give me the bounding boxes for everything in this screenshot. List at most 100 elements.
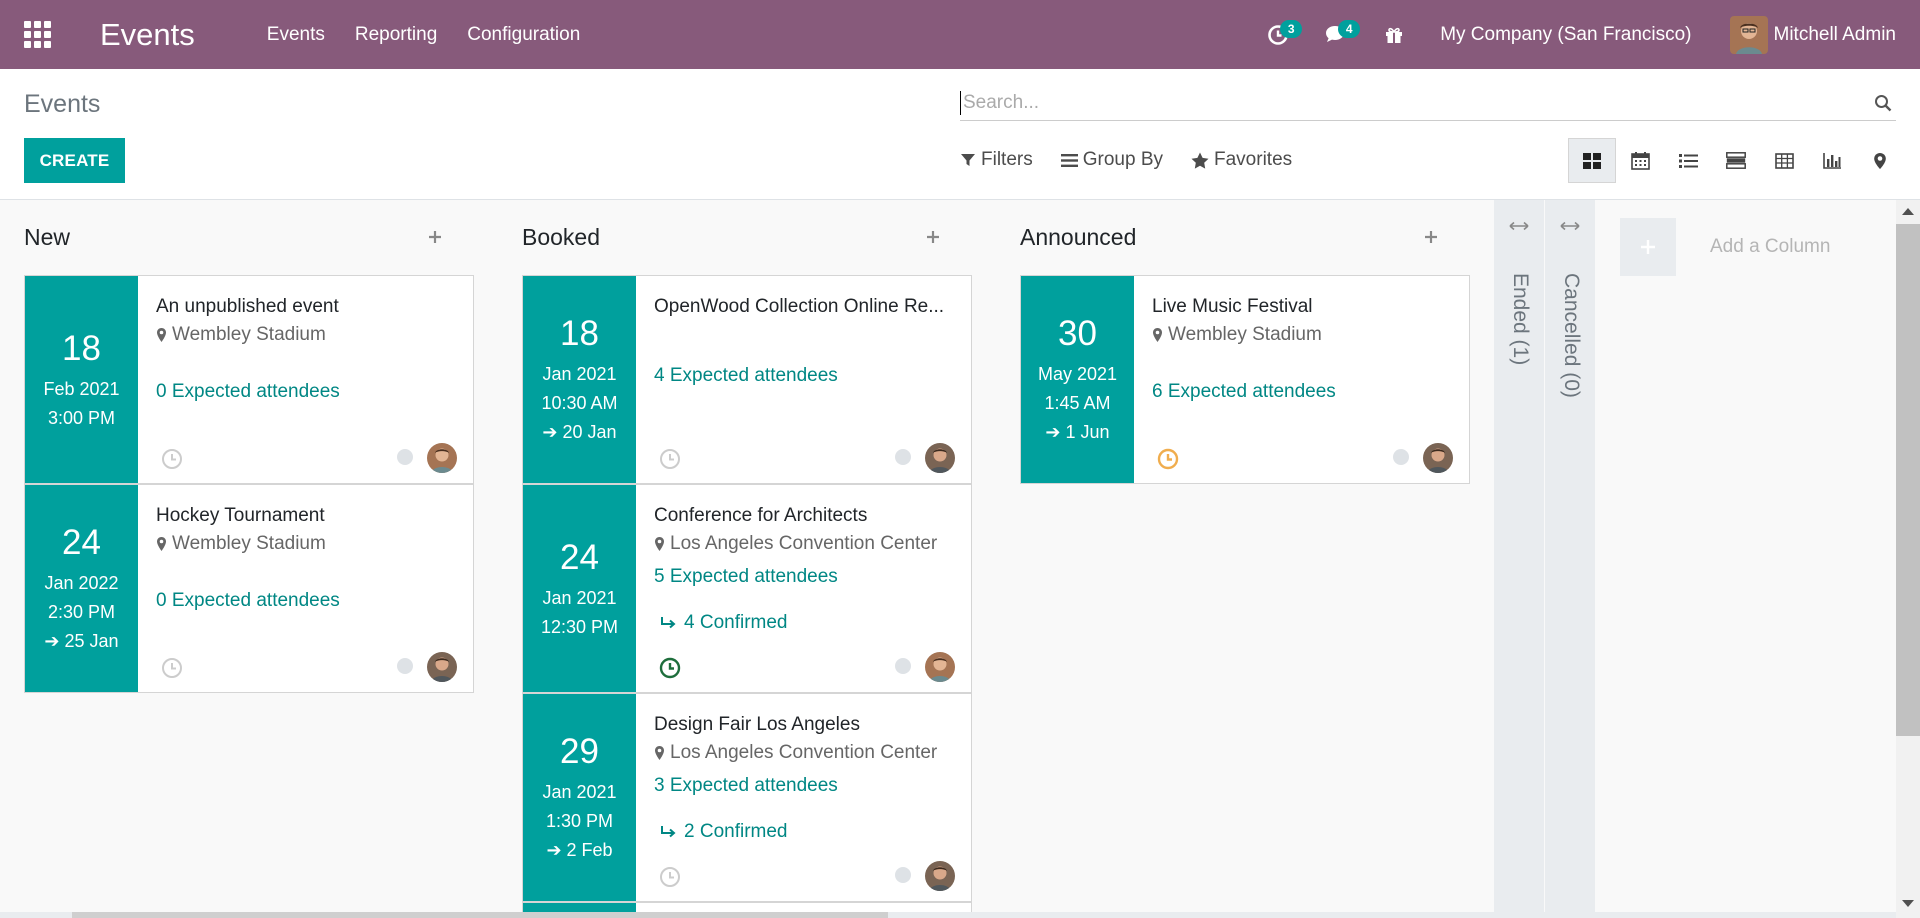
expected-attendees[interactable]: 0 Expected attendees bbox=[156, 590, 340, 612]
event-card[interactable]: 24 Jan 2022 2:30 PM ➔ 25 Jan Hockey Tour… bbox=[24, 484, 474, 693]
user-avatar[interactable] bbox=[925, 861, 955, 891]
menu-configuration[interactable]: Configuration bbox=[467, 24, 580, 46]
event-day: 24 bbox=[560, 537, 599, 577]
folded-column-cancelled[interactable]: Cancelled (0) bbox=[1545, 200, 1595, 918]
star-icon bbox=[1191, 152, 1209, 169]
event-card[interactable]: 29 Jan 2021 1:30 PM ➔ 2 Feb Design Fair … bbox=[522, 693, 972, 902]
kanban-state-dot[interactable] bbox=[397, 658, 413, 674]
expected-attendees[interactable]: 5 Expected attendees bbox=[654, 566, 838, 588]
view-calendar[interactable] bbox=[1616, 138, 1664, 183]
event-card[interactable]: 18 Feb 2021 3:00 PM An unpublished event… bbox=[24, 275, 474, 484]
event-card[interactable]: 30 May 2021 1:45 AM ➔ 1 Jun Live Music F… bbox=[1020, 275, 1470, 484]
card-body: Design Fair Los Angeles Los Angeles Conv… bbox=[636, 694, 971, 901]
quick-create-button[interactable] bbox=[918, 222, 948, 252]
card-body: Live Music Festival Wembley Stadium 6 Ex… bbox=[1134, 276, 1469, 483]
favorites-toggle[interactable]: Favorites bbox=[1191, 149, 1292, 171]
activity-clock-icon[interactable] bbox=[1156, 447, 1180, 471]
kanban-state-dot[interactable] bbox=[397, 449, 413, 465]
groupby-toggle[interactable]: Group By bbox=[1060, 149, 1163, 171]
systray: 3 4 My Company (San Francisco) Mitchell … bbox=[1258, 0, 1920, 69]
view-pivot[interactable] bbox=[1760, 138, 1808, 183]
event-card[interactable]: 24 Jan 2021 12:30 PM Conference for Arch… bbox=[522, 484, 972, 693]
horizontal-scroll-thumb[interactable] bbox=[72, 912, 888, 918]
event-month-year: Feb 2021 bbox=[43, 378, 120, 399]
view-kanban[interactable] bbox=[1568, 138, 1616, 183]
plus-icon bbox=[927, 231, 939, 243]
expected-attendees[interactable]: 0 Expected attendees bbox=[156, 381, 340, 403]
folded-column-label: Ended (1) bbox=[1509, 273, 1532, 366]
expected-attendees[interactable]: 6 Expected attendees bbox=[1152, 381, 1336, 403]
kanban-state-dot[interactable] bbox=[895, 449, 911, 465]
horizontal-scrollbar[interactable] bbox=[0, 912, 1896, 918]
event-time: 1:30 PM bbox=[545, 811, 614, 831]
add-column-button[interactable]: Add a Column bbox=[1620, 218, 1830, 276]
menu-events[interactable]: Events bbox=[267, 24, 325, 46]
event-end-date: 25 Jan bbox=[64, 631, 119, 651]
activity-clock-icon[interactable] bbox=[658, 865, 682, 889]
plus-icon bbox=[1425, 231, 1437, 243]
activity-clock-icon[interactable] bbox=[160, 447, 184, 471]
quick-create-button[interactable] bbox=[1416, 222, 1446, 252]
view-map[interactable] bbox=[1856, 138, 1904, 183]
filters-toggle[interactable]: Filters bbox=[960, 149, 1033, 171]
view-graph[interactable] bbox=[1808, 138, 1856, 183]
kanban-column-new: New bbox=[0, 200, 450, 274]
confirmed-attendees[interactable]: 4 Confirmed bbox=[660, 612, 788, 634]
folded-column-label: Cancelled (0) bbox=[1560, 273, 1583, 398]
event-location: Los Angeles Convention Center bbox=[654, 742, 953, 764]
event-day: 30 bbox=[1058, 314, 1097, 353]
activity-clock-icon[interactable] bbox=[658, 447, 682, 471]
expected-attendees[interactable]: 4 Expected attendees bbox=[654, 365, 838, 387]
kanban-state-dot[interactable] bbox=[1393, 449, 1409, 465]
create-button[interactable]: CREATE bbox=[24, 138, 125, 183]
user-avatar[interactable] bbox=[427, 443, 457, 473]
gift-button[interactable] bbox=[1374, 15, 1414, 55]
user-menu[interactable]: Mitchell Admin bbox=[1729, 15, 1896, 54]
level-down-arrow-icon bbox=[661, 617, 676, 629]
column-header: Booked bbox=[498, 200, 948, 274]
message-badge: 4 bbox=[1338, 19, 1361, 38]
user-avatar[interactable] bbox=[1423, 443, 1453, 473]
view-activity[interactable] bbox=[1712, 138, 1760, 183]
location-text: Los Angeles Convention Center bbox=[670, 742, 938, 763]
folded-column-ended[interactable]: Ended (1) bbox=[1494, 200, 1544, 918]
user-avatar[interactable] bbox=[925, 443, 955, 473]
event-date: 30 May 2021 1:45 AM ➔ 1 Jun bbox=[1021, 276, 1134, 483]
kanban-state-dot[interactable] bbox=[895, 658, 911, 674]
column-title: Booked bbox=[522, 223, 601, 250]
user-avatar[interactable] bbox=[427, 652, 457, 682]
user-avatar[interactable] bbox=[925, 652, 955, 682]
map-marker-icon bbox=[157, 537, 166, 551]
event-card[interactable]: 18 Jan 2021 10:30 AM ➔ 20 Jan OpenWood C… bbox=[522, 275, 972, 484]
company-switcher[interactable]: My Company (San Francisco) bbox=[1440, 24, 1691, 46]
expected-attendees[interactable]: 3 Expected attendees bbox=[654, 775, 838, 797]
messaging-menu[interactable]: 4 bbox=[1316, 15, 1361, 55]
menu-reporting[interactable]: Reporting bbox=[355, 24, 437, 46]
kanban-icon bbox=[1583, 152, 1601, 169]
scroll-down-arrow[interactable] bbox=[1902, 900, 1914, 907]
event-time: 1:45 AM bbox=[1044, 393, 1111, 413]
expand-arrows-icon bbox=[1560, 221, 1580, 231]
search-button[interactable] bbox=[1870, 90, 1896, 116]
event-end-date: 20 Jan bbox=[562, 422, 617, 442]
confirmed-attendees[interactable]: 2 Confirmed bbox=[660, 821, 788, 843]
view-list[interactable] bbox=[1664, 138, 1712, 183]
vertical-scrollbar[interactable] bbox=[1896, 200, 1920, 918]
activity-clock-icon[interactable] bbox=[658, 656, 682, 680]
event-location: Wembley Stadium bbox=[1152, 324, 1451, 346]
event-time: 10:30 AM bbox=[541, 393, 618, 413]
app-menu-icon[interactable] bbox=[22, 20, 52, 50]
activity-menu[interactable]: 3 bbox=[1258, 15, 1303, 55]
plus-icon bbox=[1641, 240, 1655, 254]
search-input[interactable] bbox=[963, 91, 1870, 114]
kanban-column-booked: Booked bbox=[498, 200, 948, 274]
scroll-up-arrow[interactable] bbox=[1902, 208, 1914, 215]
plus-icon bbox=[429, 231, 441, 243]
event-time: 12:30 PM bbox=[540, 616, 619, 637]
activity-clock-icon[interactable] bbox=[160, 656, 184, 680]
event-date: 29 Jan 2021 1:30 PM ➔ 2 Feb bbox=[523, 694, 636, 901]
event-location: Wembley Stadium bbox=[156, 324, 455, 346]
kanban-state-dot[interactable] bbox=[895, 867, 911, 883]
quick-create-button[interactable] bbox=[420, 222, 450, 252]
scroll-thumb[interactable] bbox=[1896, 224, 1920, 736]
